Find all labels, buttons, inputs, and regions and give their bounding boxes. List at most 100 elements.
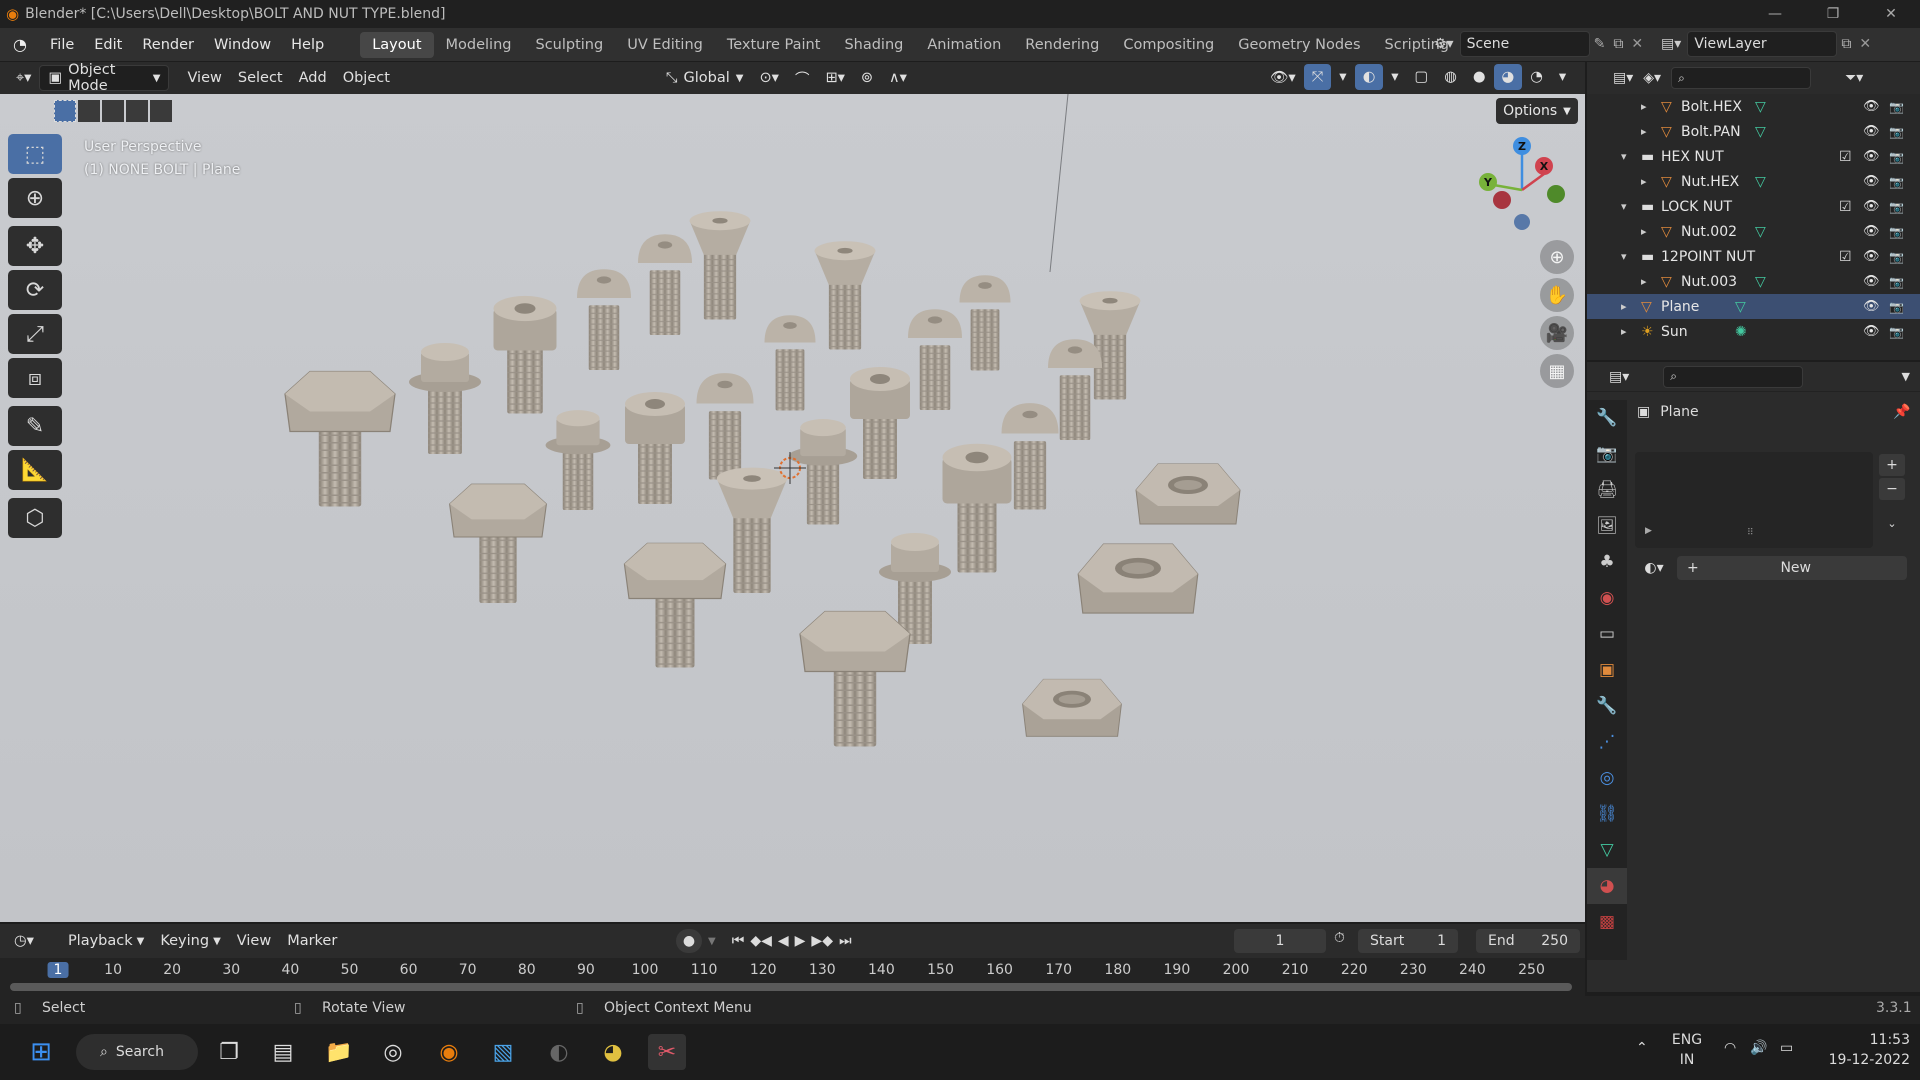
bolt-object[interactable] xyxy=(625,392,685,504)
mode-dropdown[interactable]: ▣ Object Mode ▼ xyxy=(39,62,170,94)
render-camera-icon[interactable]: 📷 xyxy=(1889,100,1904,114)
start-frame-field[interactable]: Start 1 xyxy=(1358,929,1458,953)
chrome-app-icon[interactable]: ◕ xyxy=(594,1034,632,1070)
tray-expand-icon[interactable]: ⌃ xyxy=(1636,1040,1648,1056)
delete-view-layer-icon[interactable]: ✕ xyxy=(1855,36,1875,52)
select-box-tool-icon[interactable]: ⬚ xyxy=(8,134,62,174)
exclude-checkbox[interactable]: ☑ xyxy=(1839,149,1852,165)
orientation-dropdown[interactable]: ⤡ Global ▼ xyxy=(658,65,752,91)
exclude-checkbox[interactable]: ☑ xyxy=(1839,199,1852,215)
scene-field[interactable]: Scene xyxy=(1459,31,1590,57)
render-camera-icon[interactable]: 📷 xyxy=(1889,275,1904,289)
menu-keying[interactable]: Keying ▼ xyxy=(152,928,228,954)
exclude-checkbox[interactable]: ☑ xyxy=(1839,249,1852,265)
display-mode-icon[interactable]: ◈▾ xyxy=(1643,70,1661,86)
render-camera-icon[interactable]: 📷 xyxy=(1889,300,1904,314)
task-view-icon[interactable]: ❐ xyxy=(210,1034,248,1070)
render-camera-icon[interactable]: 📷 xyxy=(1889,250,1904,264)
collapse-arrow-icon[interactable]: ▾ xyxy=(1621,150,1627,163)
outliner-search-input[interactable]: ⌕ xyxy=(1671,67,1812,89)
shading-rendered-icon[interactable]: ◔ xyxy=(1522,64,1551,90)
visibility-eye-icon[interactable]: 👁 xyxy=(1863,99,1880,114)
properties-editor-type-icon[interactable]: ▤▾ xyxy=(1609,369,1629,385)
expand-arrow-icon[interactable]: ▸ xyxy=(1641,125,1647,138)
bolt-object[interactable] xyxy=(799,610,911,747)
play-reverse-icon[interactable]: ◀ xyxy=(778,933,789,949)
battery-icon[interactable]: ▭ xyxy=(1780,1040,1793,1056)
navigation-gizmo[interactable]: Z X Y xyxy=(1479,137,1565,230)
bolt-object[interactable] xyxy=(959,275,1011,371)
menu-render[interactable]: Render xyxy=(132,28,204,61)
clock-time[interactable]: 11:53 xyxy=(1816,1030,1910,1050)
expand-arrow-icon[interactable]: ▸ xyxy=(1641,225,1647,238)
wifi-icon[interactable]: ◠ xyxy=(1724,1040,1736,1056)
notepad-app-icon[interactable]: ▤ xyxy=(264,1034,302,1070)
shading-solid-icon[interactable]: ● xyxy=(1465,64,1494,90)
expand-arrow-icon[interactable]: ▸ xyxy=(1641,100,1647,113)
new-scene-icon[interactable]: ⧉ xyxy=(1609,36,1627,52)
constraints-tab-icon[interactable]: ⛓ xyxy=(1587,796,1627,832)
menu-playback[interactable]: Playback ▼ xyxy=(60,928,152,954)
resize-handle-icon[interactable]: ⠿ xyxy=(1747,528,1754,538)
pin-icon[interactable]: ✎ xyxy=(1590,36,1610,52)
outliner-row[interactable]: ▸ ▽ Nut.003 ▽ 👁 📷 xyxy=(1587,269,1920,294)
outliner-row[interactable]: ▸ ☀ Sun ✺ 👁 📷 xyxy=(1587,319,1920,344)
menu-edit[interactable]: Edit xyxy=(84,28,132,61)
outliner-row[interactable]: ▸ ▽ Bolt.PAN ▽ 👁 📷 xyxy=(1587,119,1920,144)
scene-objects[interactable]: Z X Y xyxy=(0,94,1585,922)
outliner-row[interactable]: ▾ ▬ HEX NUT ☑ 👁 📷 xyxy=(1587,144,1920,169)
scene-tab-icon[interactable]: ♣ xyxy=(1587,544,1627,580)
tab-rendering[interactable]: Rendering xyxy=(1013,32,1111,58)
move-tool-icon[interactable]: ✥ xyxy=(8,226,62,266)
keying-set-dropdown-icon[interactable]: ▼ xyxy=(708,936,716,947)
volume-icon[interactable]: 🔊 xyxy=(1750,1040,1767,1056)
nut-object[interactable] xyxy=(1022,678,1122,737)
pivot-icon[interactable]: ⊙▾ xyxy=(752,65,787,91)
falloff-icon[interactable]: ∧▾ xyxy=(881,65,915,91)
blender-app-icon[interactable]: ◉ xyxy=(430,1034,468,1070)
bolt-object[interactable] xyxy=(788,419,858,525)
pin-icon[interactable]: 📌 xyxy=(1893,404,1910,420)
light-data-icon[interactable]: ✺ xyxy=(1735,324,1747,340)
perspective-grid-icon[interactable]: ▦ xyxy=(1540,354,1574,388)
file-explorer-icon[interactable]: 📁 xyxy=(320,1034,358,1070)
tool-tab-icon[interactable]: 🔧 xyxy=(1587,400,1627,436)
bolt-object[interactable] xyxy=(814,241,876,350)
outliner-row[interactable]: ▸ ▽ Bolt.HEX ▽ 👁 📷 xyxy=(1587,94,1920,119)
physics-tab-icon[interactable]: ◎ xyxy=(1587,760,1627,796)
visibility-eye-icon[interactable]: 👁 xyxy=(1863,149,1880,164)
bolt-object[interactable] xyxy=(638,234,692,335)
delete-scene-icon[interactable]: ✕ xyxy=(1627,36,1647,52)
add-cube-tool-icon[interactable]: ⬡ xyxy=(8,498,62,538)
minimize-button[interactable]: — xyxy=(1746,0,1804,28)
bolt-object[interactable] xyxy=(942,443,1012,573)
material-tab-icon[interactable]: ◕ xyxy=(1587,868,1627,904)
playhead-frame[interactable]: 1 xyxy=(47,962,69,978)
render-camera-icon[interactable]: 📷 xyxy=(1889,125,1904,139)
bolt-object[interactable] xyxy=(764,315,816,411)
tab-shading[interactable]: Shading xyxy=(832,32,915,58)
shading-material-icon[interactable]: ◕ xyxy=(1493,64,1523,90)
zoom-icon[interactable]: ⊕ xyxy=(1540,240,1574,274)
bolt-object[interactable] xyxy=(577,269,631,370)
mesh-data-icon[interactable]: ▽ xyxy=(1755,124,1766,140)
menu-add[interactable]: Add xyxy=(291,65,335,91)
expand-arrow-icon[interactable]: ▶ xyxy=(1645,526,1652,536)
outliner-row[interactable]: ▸ ▽ Plane ▽ 👁 📷 xyxy=(1587,294,1920,319)
render-camera-icon[interactable]: 📷 xyxy=(1889,225,1904,239)
menu-view[interactable]: View xyxy=(179,65,229,91)
modifier-tab-icon[interactable]: 🔧 xyxy=(1587,688,1627,724)
visibility-eye-icon[interactable]: 👁 xyxy=(1863,249,1880,264)
expand-arrow-icon[interactable]: ▸ xyxy=(1621,300,1627,313)
windows-start-icon[interactable]: ⊞ xyxy=(22,1034,60,1070)
bolt-object[interactable] xyxy=(623,542,727,668)
rotate-tool-icon[interactable]: ⟳ xyxy=(8,270,62,310)
shading-wireframe-icon[interactable]: ◍ xyxy=(1436,64,1465,90)
mesh-data-icon[interactable]: ▽ xyxy=(1755,99,1766,115)
stopwatch-icon[interactable]: ⏱ xyxy=(1334,930,1345,946)
jump-prev-key-icon[interactable]: ◆◀ xyxy=(750,933,772,949)
outliner-row[interactable]: ▸ ▽ Nut.HEX ▽ 👁 📷 xyxy=(1587,169,1920,194)
end-frame-field[interactable]: End 250 xyxy=(1476,929,1580,953)
snap-icon[interactable]: ⌒ xyxy=(787,65,818,91)
tab-sculpting[interactable]: Sculpting xyxy=(523,32,615,58)
